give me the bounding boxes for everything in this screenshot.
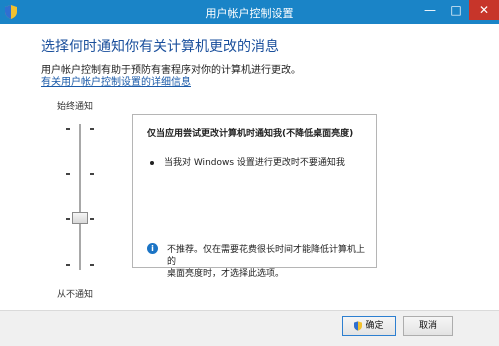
note-line: 不推荐。仅在需要花费很长时间才能降低计算机上的 bbox=[167, 245, 366, 267]
close-button[interactable]: ✕ bbox=[469, 0, 499, 20]
shield-icon bbox=[354, 320, 363, 331]
note-line: 桌面亮度时，才选择此选项。 bbox=[167, 269, 285, 279]
info-icon: i bbox=[147, 243, 158, 254]
page-heading: 选择何时通知你有关计算机更改的消息 bbox=[41, 39, 279, 55]
slider-tick bbox=[66, 264, 70, 266]
uac-details-link[interactable]: 有关用户帐户控制设置的详细信息 bbox=[41, 73, 191, 88]
level-description-panel: 仅当应用尝试更改计算机时通知我(不降低桌面亮度) 当我对 Windows 设置进… bbox=[132, 114, 377, 279]
slider-tick bbox=[90, 128, 94, 130]
slider-top-label: 始终通知 bbox=[57, 102, 94, 112]
slider-tick bbox=[66, 173, 70, 175]
cancel-button[interactable]: 取消 bbox=[403, 316, 453, 336]
slider-tick bbox=[90, 264, 94, 266]
slider-tick bbox=[90, 218, 94, 220]
ok-button[interactable]: 确定 bbox=[342, 316, 396, 336]
ok-label: 确定 bbox=[365, 321, 384, 331]
slider-tick bbox=[66, 218, 70, 220]
slider-thumb[interactable] bbox=[72, 212, 88, 224]
maximize-button[interactable]: □ bbox=[443, 0, 469, 20]
title-bar: 用户帐户控制设置 — □ ✕ bbox=[0, 0, 499, 24]
slider-tick bbox=[90, 173, 94, 175]
minimize-button[interactable]: — bbox=[417, 0, 443, 20]
level-title: 仅当应用尝试更改计算机时通知我(不降低桌面亮度) bbox=[147, 129, 354, 139]
notification-level-slider-track[interactable] bbox=[79, 124, 81, 270]
bullet-dot-icon bbox=[150, 160, 154, 165]
level-bullet: 当我对 Windows 设置进行更改时不要通知我 bbox=[150, 155, 345, 168]
slider-bottom-label: 从不通知 bbox=[57, 290, 94, 300]
level-note: 不推荐。仅在需要花费很长时间才能降低计算机上的 桌面亮度时，才选择此选项。 bbox=[167, 244, 367, 280]
uac-settings-window: 用户帐户控制设置 — □ ✕ 选择何时通知你有关计算机更改的消息 用户帐户控制有… bbox=[0, 0, 499, 346]
bullet-text: 当我对 Windows 设置进行更改时不要通知我 bbox=[164, 158, 345, 168]
slider-tick bbox=[66, 128, 70, 130]
